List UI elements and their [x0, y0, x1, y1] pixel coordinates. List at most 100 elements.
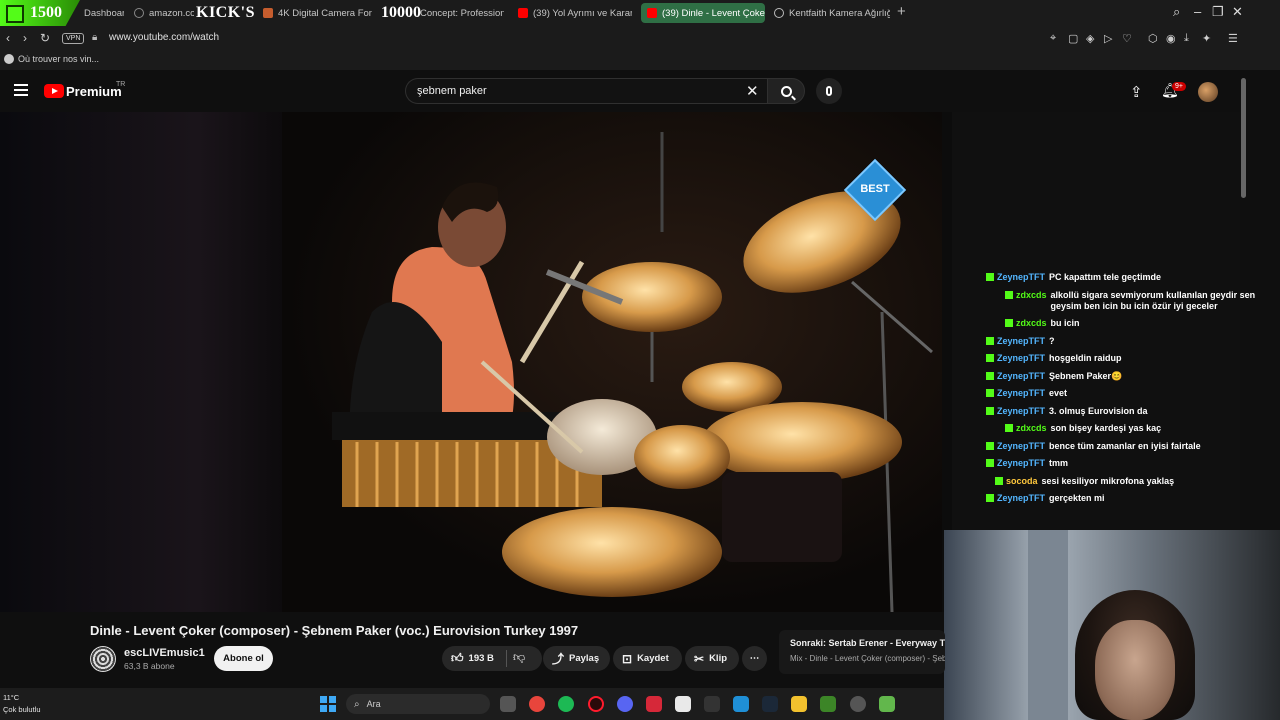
tab-camera[interactable]: 4K Digital Camera For Pho [263, 3, 375, 23]
minimize-button[interactable]: – [1194, 4, 1201, 19]
channel-avatar[interactable] [90, 646, 116, 672]
chat-username[interactable]: ZeynepTFT [997, 441, 1045, 452]
menu-icon[interactable]: ☰ [1228, 32, 1238, 45]
menu-icon[interactable] [14, 84, 28, 96]
scissors-icon: ✂ [694, 651, 705, 666]
new-tab-button[interactable]: + [897, 3, 906, 20]
upload-icon[interactable]: ⇪ [1130, 83, 1143, 101]
youtube-logo-icon[interactable] [44, 84, 64, 98]
search-button[interactable] [767, 78, 805, 104]
tab-youtube-yol[interactable]: (39) Yol Ayrımı ve Kararlar [518, 3, 632, 23]
taskbar-search[interactable]: ⌕ Ara [346, 694, 490, 714]
weather-temperature[interactable]: 11°C [3, 693, 19, 702]
chat-message: zdxcds son bişey kardeşi yas kaç [986, 423, 1256, 434]
notification-count: 9+ [1172, 82, 1186, 91]
windows-start-icon[interactable] [320, 696, 336, 712]
more-actions-button[interactable]: ⋯ [742, 646, 767, 671]
restore-button[interactable]: ❐ [1212, 4, 1224, 20]
pin-icon[interactable]: ⌖ [1050, 32, 1056, 45]
back-icon[interactable]: ‹ [6, 31, 10, 45]
chat-message: ZeynepTFT Şebnem Paker😊 [986, 371, 1256, 382]
tab-kentfaith[interactable]: Kentfaith Kamera Ağırlığı [774, 3, 890, 23]
clear-search-icon[interactable]: ✕ [746, 82, 759, 100]
gear-icon [774, 8, 784, 18]
tab-dashboard[interactable]: Dashboard [84, 3, 124, 23]
player-letterbox [0, 112, 282, 612]
kick-badge-icon [1005, 290, 1013, 299]
play-icon[interactable]: ▷ [1104, 32, 1112, 45]
cymbal [634, 425, 730, 489]
download-icon[interactable]: ⤓ [1184, 32, 1189, 45]
minecraft-icon[interactable] [820, 696, 836, 712]
shield-icon[interactable]: ◈ [1086, 32, 1094, 45]
tab-amazon[interactable]: amazon.com [134, 3, 194, 23]
epic-games-icon[interactable] [704, 696, 720, 712]
file-explorer-icon[interactable] [791, 696, 807, 712]
avatar[interactable] [1198, 82, 1218, 102]
chat-username[interactable]: zdxcds [1016, 318, 1047, 329]
channel-name[interactable]: escLIVEmusic1 [124, 647, 205, 659]
steam-icon[interactable] [762, 696, 778, 712]
store-icon[interactable] [675, 696, 691, 712]
game-icon[interactable] [879, 696, 895, 712]
bookmark-item[interactable]: Où trouver nos vin... [4, 54, 99, 64]
tab-concept[interactable]: Concept: Professiona [420, 3, 504, 23]
chat-message: zdxcds bu icin [986, 318, 1256, 329]
chat-username[interactable]: zdxcds [1016, 423, 1047, 434]
thumbs-down-icon[interactable]: 👎︎ [513, 650, 525, 665]
app-icon[interactable] [646, 696, 662, 712]
search-query[interactable]: şebnem paker [417, 85, 487, 97]
loading-icon [134, 8, 144, 18]
search-tabs-icon[interactable]: ⌕ [1173, 4, 1180, 20]
photos-icon[interactable] [733, 696, 749, 712]
save-button[interactable]: ⊡ Kaydet [613, 646, 682, 671]
discord-icon[interactable] [617, 696, 633, 712]
opera-icon[interactable] [588, 696, 604, 712]
share-button[interactable]: ⤴ Paylaş [543, 646, 610, 671]
chrome-icon[interactable] [529, 696, 545, 712]
screenshot-icon[interactable]: ▢ [1068, 32, 1078, 45]
url-field[interactable]: www.youtube.com/watch [109, 32, 219, 43]
reload-icon[interactable]: ↻ [40, 31, 50, 45]
up-next-title[interactable]: Sonraki: Sertab Erener - Everyway That I… [790, 638, 945, 648]
profile-icon[interactable]: ◉ [1166, 32, 1176, 45]
chat-username[interactable]: ZeynepTFT [997, 353, 1045, 364]
kick-badge-icon [986, 273, 994, 281]
chat-username[interactable]: ZeynepTFT [997, 371, 1045, 382]
vpn-badge[interactable]: VPN [62, 33, 85, 44]
chat-username[interactable]: ZeynepTFT [997, 406, 1045, 417]
more-icon: ⋯ [749, 653, 760, 664]
chat-username[interactable]: zdxcds [1016, 290, 1047, 301]
up-next-card[interactable] [779, 630, 945, 674]
clip-button[interactable]: ✂ Klip [685, 646, 739, 671]
like-button[interactable]: 👍︎ 193 B [442, 646, 542, 671]
weather-description[interactable]: Çok bulutlu [3, 705, 41, 714]
scrollbar-thumb[interactable] [1241, 78, 1246, 198]
task-view-icon[interactable] [500, 696, 516, 712]
chat-username[interactable]: ZeynepTFT [997, 388, 1045, 399]
chat-username[interactable]: ZeynepTFT [997, 336, 1045, 347]
chat-username[interactable]: ZeynepTFT [997, 272, 1045, 283]
lock-icon[interactable]: 🔒︎ [92, 32, 97, 43]
heart-icon[interactable]: ♡ [1122, 32, 1132, 45]
voice-search-button[interactable] [816, 78, 842, 104]
spotify-icon[interactable] [558, 696, 574, 712]
subscribe-button[interactable]: Abone ol [214, 646, 273, 671]
tab-label: (39) Dinle - Levent Çoker [662, 7, 765, 19]
tab-youtube-dinle[interactable]: (39) Dinle - Levent Çoker [641, 3, 765, 23]
chat-username[interactable]: ZeynepTFT [997, 458, 1045, 469]
chat-username[interactable]: socoda [1006, 476, 1038, 487]
extensions-icon[interactable]: ⬡ [1148, 32, 1158, 45]
ai-icon[interactable]: ✦ [1202, 32, 1211, 45]
tab-label: amazon.com [149, 7, 194, 19]
video-frame[interactable] [282, 112, 942, 613]
youtube-brand[interactable]: Premium [66, 84, 122, 99]
chat-message: socoda sesi kesiliyor mikrofona yaklaş [986, 476, 1256, 487]
youtube-icon [647, 8, 657, 18]
close-window-button[interactable]: ✕ [1232, 4, 1243, 20]
forward-icon[interactable]: › [23, 31, 27, 45]
chat-message: ZeynepTFT hoşgeldin raidup [986, 353, 1256, 364]
chat-message: zdxcds alkollü sigara sevmiyorum kullanıl… [986, 290, 1256, 312]
chat-username[interactable]: ZeynepTFT [997, 493, 1045, 504]
settings-gear-icon[interactable] [850, 696, 866, 712]
